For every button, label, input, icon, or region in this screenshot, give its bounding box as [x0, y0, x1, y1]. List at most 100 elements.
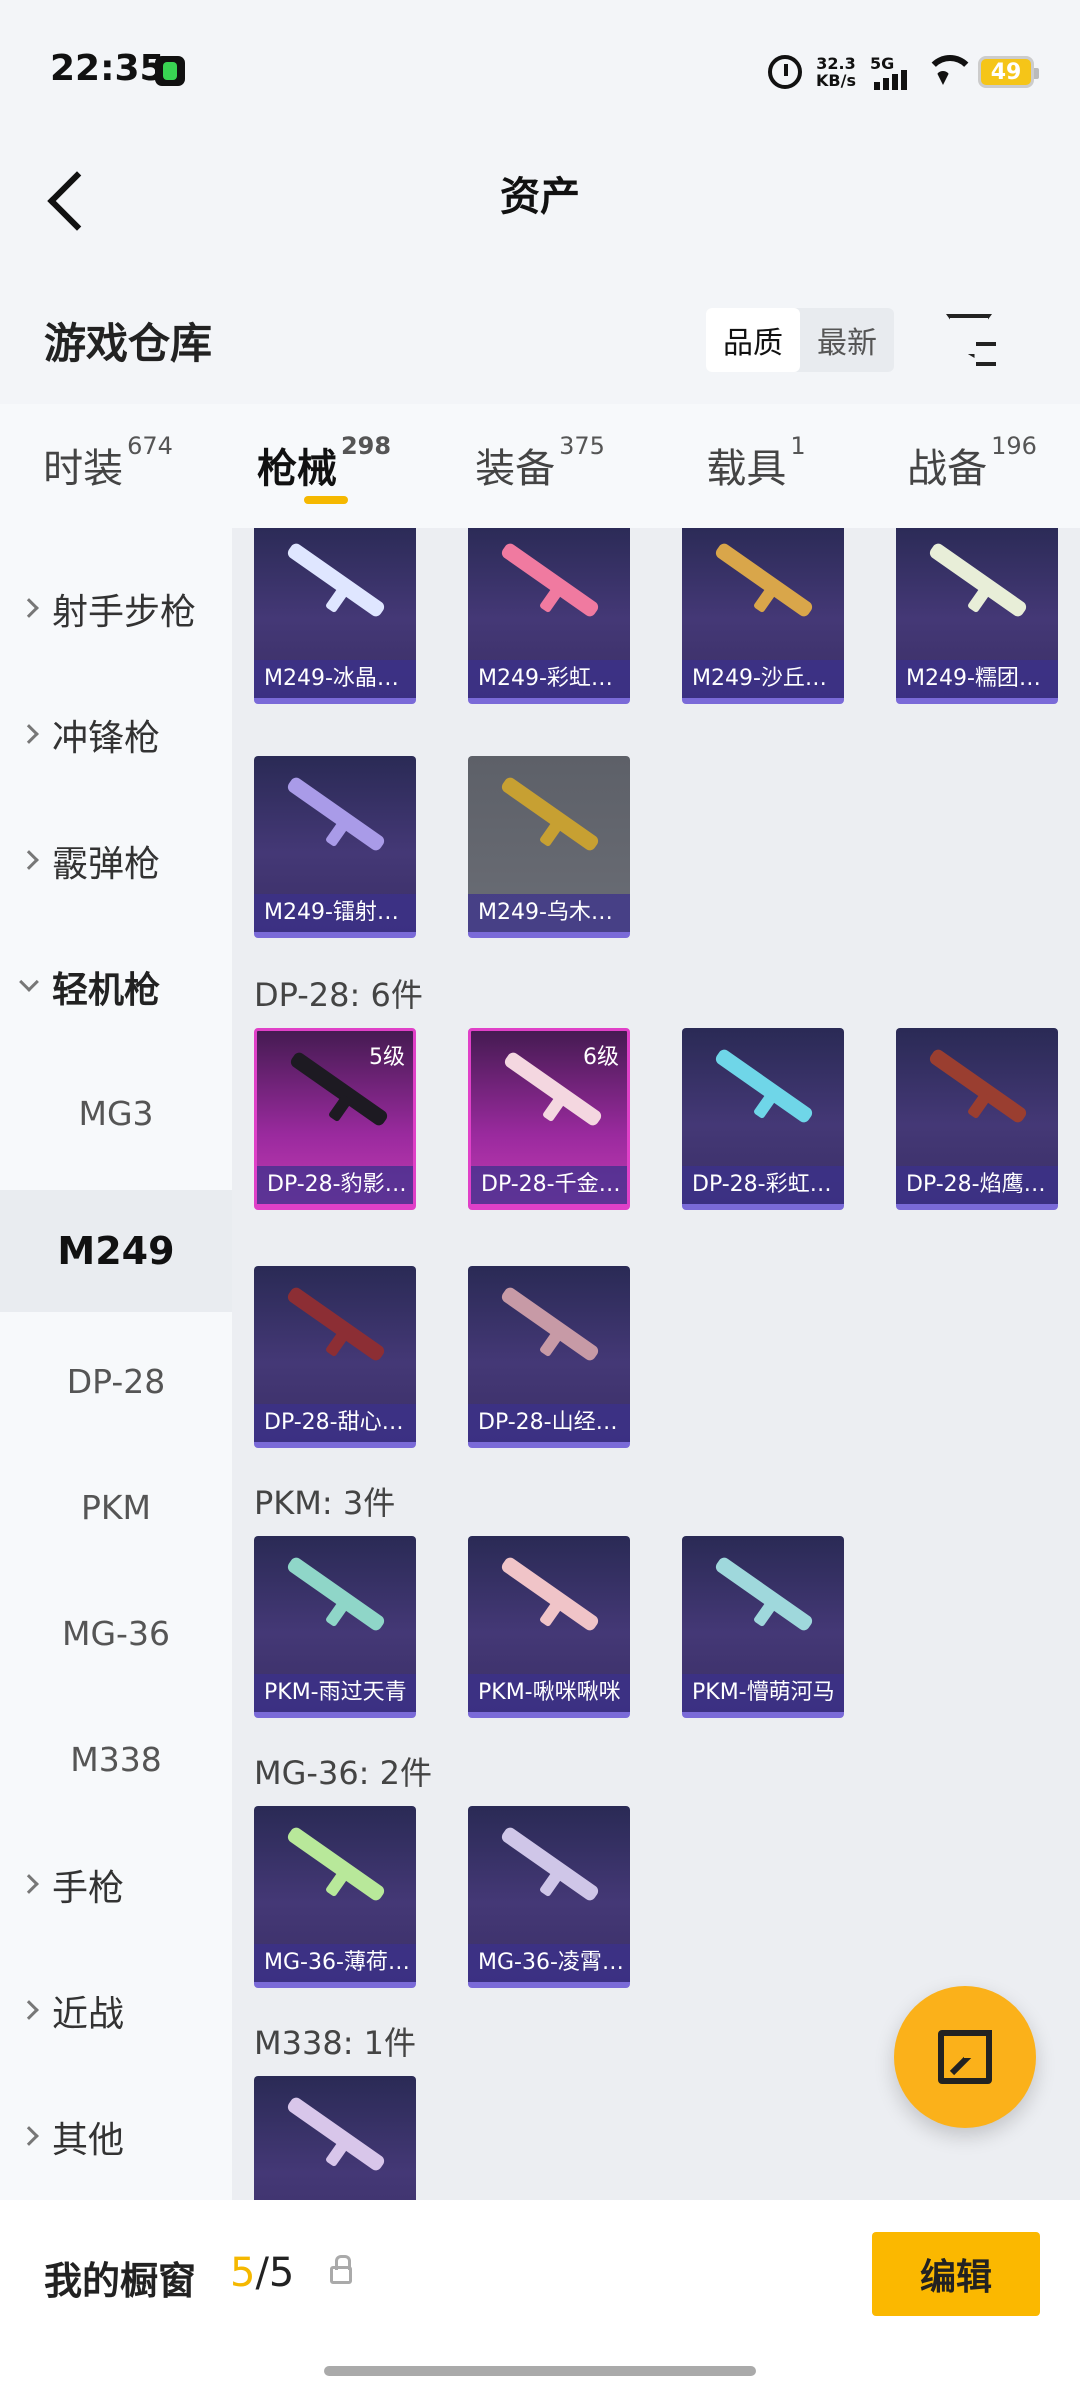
- weapon-card[interactable]: M249-沙丘…: [682, 528, 844, 704]
- tab-label: 战备: [907, 446, 988, 492]
- weapon-card[interactable]: M249-乌木…: [468, 756, 630, 938]
- net-speed-value: 32.3: [816, 54, 856, 73]
- weapon-name: M249-沙丘…: [682, 660, 844, 698]
- tab-count: 674: [127, 432, 173, 460]
- sidebar-item-marksman-rifle[interactable]: 射手步枪: [0, 554, 232, 664]
- top-nav: 资产: [0, 140, 1080, 260]
- share-button[interactable]: [894, 1986, 1036, 2128]
- sidebar-item-mg36[interactable]: MG-36: [0, 1578, 232, 1688]
- weapon-card[interactable]: 6级 DP-28-千金…: [468, 1028, 630, 1210]
- weapon-card[interactable]: PKM-懵萌河马: [682, 1536, 844, 1718]
- weapon-image: [285, 1555, 387, 1633]
- weapon-image: [285, 1285, 387, 1363]
- edit-button[interactable]: 编辑: [872, 2232, 1040, 2316]
- weapon-card[interactable]: DP-28-甜心…: [254, 1266, 416, 1448]
- weapon-card[interactable]: MG-36-薄荷…: [254, 1806, 416, 1988]
- warehouse-header: 游戏仓库 品质 最新: [0, 290, 1080, 390]
- sort-quality-button[interactable]: 品质: [706, 308, 800, 372]
- weapon-card[interactable]: 5级 DP-28-豹影…: [254, 1028, 416, 1210]
- sidebar-item-shotgun[interactable]: 霰弹枪: [0, 806, 232, 916]
- weapon-card[interactable]: PKM-啾咪啾咪: [468, 1536, 630, 1718]
- battery-level: 49: [990, 59, 1022, 85]
- weapon-card[interactable]: M249-彩虹…: [468, 528, 630, 704]
- tab-fashion[interactable]: 时装 674: [0, 404, 216, 528]
- sidebar-item-other[interactable]: 其他: [0, 2082, 232, 2192]
- weapon-image: [499, 1555, 601, 1633]
- sidebar-item-mg3[interactable]: MG3: [0, 1058, 232, 1168]
- weapon-name: DP-28-彩虹…: [682, 1166, 844, 1204]
- weapon-card[interactable]: M249-冰晶…: [254, 528, 416, 704]
- alarm-icon: [768, 55, 803, 89]
- sidebar-item-pkm[interactable]: PKM: [0, 1452, 232, 1562]
- status-bar: 22:35 32.3 KB/s 5G 49: [0, 0, 1080, 140]
- sidebar-item-label: 手枪: [52, 1868, 125, 1909]
- sort-newest-button[interactable]: 最新: [800, 308, 894, 372]
- weapon-name: DP-28-山经…: [468, 1404, 630, 1442]
- tab-vehicles[interactable]: 载具 1: [648, 404, 864, 528]
- group-header-m338: M338: 1件: [254, 2024, 417, 2062]
- weapon-name: M249-乌木…: [468, 894, 630, 932]
- sidebar-item-pistol[interactable]: 手枪: [0, 1830, 232, 1940]
- tab-count: 1: [790, 432, 806, 460]
- weapon-name: M249-镭射…: [254, 894, 416, 932]
- chevron-right-icon: [19, 724, 39, 744]
- tab-count: 375: [559, 432, 605, 460]
- status-icons: 32.3 KB/s 5G 49: [768, 50, 1039, 94]
- weapon-image: [499, 541, 601, 619]
- category-tabs: 时装 674 枪械 298 装备 375 载具 1 战备 196: [0, 404, 1080, 528]
- showcase-bar: 我的橱窗 5/5 编辑: [0, 2200, 1080, 2400]
- sidebar-item-label: DP-28: [66, 1361, 166, 1401]
- sidebar-item-label: M338: [70, 1739, 162, 1779]
- weapon-name: M249-冰晶…: [254, 660, 416, 698]
- showcase-count: 5/5: [230, 2250, 294, 2296]
- battery-icon: 49: [978, 56, 1039, 88]
- weapon-name: DP-28-豹影…: [257, 1166, 413, 1204]
- weapon-name: PKM-雨过天青: [254, 1674, 416, 1712]
- chevron-right-icon: [19, 2126, 39, 2146]
- weapon-card[interactable]: DP-28-山经…: [468, 1266, 630, 1448]
- sort-toggle: 品质 最新: [706, 308, 894, 372]
- sidebar-item-melee[interactable]: 近战: [0, 1956, 232, 2066]
- sidebar-item-lmg[interactable]: 轻机枪: [0, 932, 232, 1042]
- weapon-name: M249-糯团…: [896, 660, 1058, 698]
- weapon-name: DP-28-千金…: [471, 1166, 627, 1204]
- group-header-pkm: PKM: 3件: [254, 1484, 396, 1522]
- sidebar-item-label: 轻机枪: [52, 970, 161, 1011]
- filter-icon[interactable]: [938, 310, 998, 370]
- sidebar-item-dp28[interactable]: DP-28: [0, 1326, 232, 1436]
- tab-supplies[interactable]: 战备 196: [864, 404, 1080, 528]
- weapon-image: [285, 1825, 387, 1903]
- sidebar-item-label: 射手步枪: [52, 592, 197, 633]
- weapon-card[interactable]: M249-镭射…: [254, 756, 416, 938]
- weapon-name: DP-28-甜心…: [254, 1404, 416, 1442]
- weapon-grid: M249-冰晶… M249-彩虹… M249-沙丘… M249-糯团… M249…: [232, 528, 1080, 2200]
- weapon-card[interactable]: M249-糯团…: [896, 528, 1058, 704]
- cellular-signal-icon: 5G: [870, 54, 910, 90]
- lock-icon: [330, 2255, 352, 2284]
- sidebar-item-label: 其他: [52, 2120, 125, 2161]
- tab-guns[interactable]: 枪械 298: [216, 404, 432, 528]
- weapon-card[interactable]: DP-28-焰鹰…: [896, 1028, 1058, 1210]
- weapon-name: MG-36-薄荷…: [254, 1944, 416, 1982]
- chevron-right-icon: [19, 850, 39, 870]
- weapon-card[interactable]: MG-36-凌霄…: [468, 1806, 630, 1988]
- sidebar-item-m249[interactable]: M249: [0, 1190, 232, 1312]
- weapon-name: DP-28-焰鹰…: [896, 1166, 1058, 1204]
- weapon-card[interactable]: [254, 2076, 416, 2200]
- net-speed-unit: KB/s: [816, 71, 856, 90]
- sidebar-item-label: M249: [57, 1229, 175, 1273]
- weapon-image: [499, 1285, 601, 1363]
- tab-count: 298: [340, 432, 392, 460]
- home-indicator[interactable]: [324, 2366, 756, 2376]
- weapon-image: [285, 541, 387, 619]
- weapon-card[interactable]: PKM-雨过天青: [254, 1536, 416, 1718]
- sidebar-item-label: MG-36: [62, 1613, 170, 1653]
- group-header-dp28: DP-28: 6件: [254, 976, 423, 1014]
- sidebar-item-m338[interactable]: M338: [0, 1704, 232, 1814]
- net-speed: 32.3 KB/s: [816, 55, 856, 89]
- weapon-card[interactable]: DP-28-彩虹…: [682, 1028, 844, 1210]
- sidebar-item-label: 近战: [52, 1994, 125, 2035]
- sidebar-item-smg[interactable]: 冲锋枪: [0, 680, 232, 790]
- tab-equipment[interactable]: 装备 375: [432, 404, 648, 528]
- weapon-name: MG-36-凌霄…: [468, 1944, 630, 1982]
